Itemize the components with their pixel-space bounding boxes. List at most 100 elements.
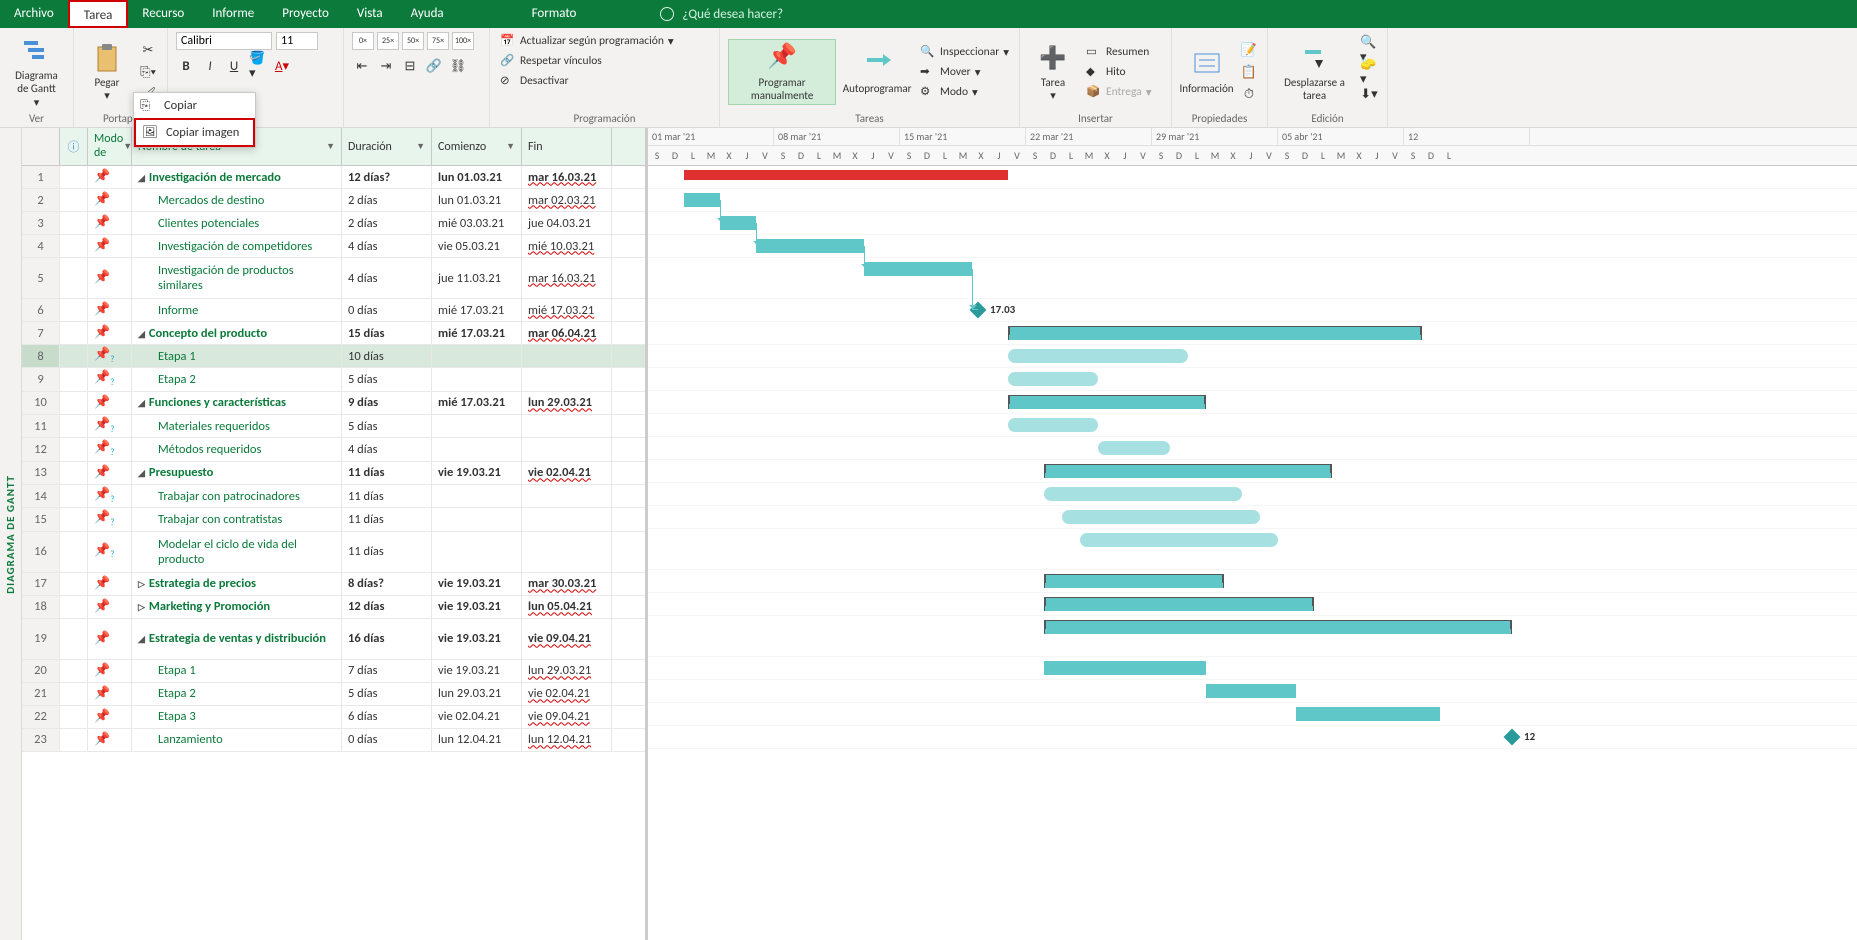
end-cell[interactable]: jue 04.03.21 — [522, 212, 612, 234]
duration-cell[interactable]: 2 días — [342, 189, 432, 211]
gantt-row[interactable] — [648, 437, 1857, 460]
start-cell[interactable]: vie 19.03.21 — [432, 660, 522, 682]
gantt-chart[interactable]: 01 mar '2108 mar '2115 mar '2122 mar '21… — [648, 128, 1857, 940]
task-name-cell[interactable]: ◢Investigación de mercado — [132, 166, 342, 188]
duration-cell[interactable]: 9 días — [342, 392, 432, 414]
table-row[interactable]: 22📌Etapa 36 díasvie 02.04.21vie 09.04.21 — [22, 706, 645, 729]
pct-25-button[interactable]: 25× — [377, 32, 399, 50]
start-cell[interactable] — [432, 485, 522, 507]
deliverable-button[interactable]: 📦Entrega ▾ — [1084, 83, 1153, 101]
row-number[interactable]: 19 — [22, 619, 60, 659]
mode-button[interactable]: ⚙Modo ▾ — [918, 83, 1011, 101]
row-number[interactable]: 22 — [22, 706, 60, 728]
gantt-row[interactable] — [648, 299, 1857, 322]
row-number[interactable]: 12 — [22, 438, 60, 460]
start-cell[interactable] — [432, 438, 522, 460]
duration-cell[interactable]: 11 días — [342, 508, 432, 530]
duration-cell[interactable]: 5 días — [342, 683, 432, 705]
gantt-bar[interactable] — [1044, 661, 1206, 675]
gantt-row[interactable] — [648, 391, 1857, 414]
inspect-button[interactable]: 🔍Inspeccionar ▾ — [918, 43, 1011, 61]
menu-resource[interactable]: Recurso — [128, 0, 198, 28]
row-number[interactable]: 11 — [22, 415, 60, 437]
row-number[interactable]: 21 — [22, 683, 60, 705]
tell-me-search[interactable]: ¿Qué desea hacer? — [660, 7, 783, 22]
gantt-bar[interactable] — [864, 262, 972, 276]
duration-cell[interactable]: 8 días? — [342, 573, 432, 595]
task-name-cell[interactable]: Etapa 2 — [132, 368, 342, 390]
gantt-row[interactable] — [648, 726, 1857, 749]
gantt-bar[interactable] — [1206, 684, 1296, 698]
gantt-bar[interactable] — [1044, 620, 1512, 634]
autoschedule-button[interactable]: Autoprogramar — [842, 46, 912, 97]
end-cell[interactable]: vie 02.04.21 — [522, 683, 612, 705]
respect-links-button[interactable]: 🔗Respetar vínculos — [498, 52, 604, 70]
end-cell[interactable] — [522, 508, 612, 530]
pct-50-button[interactable]: 50× — [402, 32, 424, 50]
details-button[interactable]: 📋 — [1239, 62, 1259, 82]
end-cell[interactable] — [522, 438, 612, 460]
start-cell[interactable]: lun 01.03.21 — [432, 166, 522, 188]
end-cell[interactable]: lun 29.03.21 — [522, 660, 612, 682]
row-number[interactable]: 6 — [22, 299, 60, 321]
start-cell[interactable]: lun 01.03.21 — [432, 189, 522, 211]
row-number[interactable]: 17 — [22, 573, 60, 595]
update-schedule-button[interactable]: 📅Actualizar según programación ▾ — [498, 32, 676, 50]
row-number[interactable]: 18 — [22, 596, 60, 618]
task-name-cell[interactable]: ◢Estrategia de ventas y distribución — [132, 619, 342, 659]
ctx-copy-image[interactable]: 🖼Copiar imagen — [134, 118, 255, 147]
duration-cell[interactable]: 11 días — [342, 485, 432, 507]
task-name-cell[interactable]: ◢Funciones y características — [132, 392, 342, 414]
gantt-row[interactable] — [648, 703, 1857, 726]
end-cell[interactable]: mar 30.03.21 — [522, 573, 612, 595]
cut-button[interactable]: ✂ — [138, 40, 158, 60]
menu-help[interactable]: Ayuda — [397, 0, 458, 28]
start-cell[interactable]: mié 03.03.21 — [432, 212, 522, 234]
task-name-cell[interactable]: Etapa 1 — [132, 660, 342, 682]
table-row[interactable]: 13📌◢Presupuesto11 díasvie 19.03.21vie 02… — [22, 462, 645, 485]
task-name-cell[interactable]: Trabajar con patrocinadores — [132, 485, 342, 507]
start-cell[interactable] — [432, 368, 522, 390]
end-cell[interactable]: mar 06.04.21 — [522, 322, 612, 344]
row-number[interactable]: 8 — [22, 345, 60, 367]
duration-cell[interactable]: 4 días — [342, 235, 432, 257]
menu-project[interactable]: Proyecto — [268, 0, 343, 28]
task-name-cell[interactable]: ▷Marketing y Promoción — [132, 596, 342, 618]
start-cell[interactable]: mié 17.03.21 — [432, 299, 522, 321]
end-cell[interactable]: vie 09.04.21 — [522, 706, 612, 728]
end-cell[interactable]: mar 16.03.21 — [522, 258, 612, 298]
menu-report[interactable]: Informe — [198, 0, 268, 28]
information-button[interactable]: Información — [1180, 46, 1233, 97]
pct-100-button[interactable]: 100× — [452, 32, 474, 50]
duration-cell[interactable]: 7 días — [342, 660, 432, 682]
duration-cell[interactable]: 11 días — [342, 532, 432, 572]
table-row[interactable]: 12📌Métodos requeridos4 días — [22, 438, 645, 461]
row-number[interactable]: 7 — [22, 322, 60, 344]
table-row[interactable]: 16📌Modelar el ciclo de vida del producto… — [22, 532, 645, 573]
gantt-bar[interactable] — [684, 193, 720, 207]
end-cell[interactable] — [522, 368, 612, 390]
end-cell[interactable] — [522, 345, 612, 367]
gantt-bar[interactable] — [1098, 441, 1170, 455]
gantt-bar[interactable] — [1044, 487, 1242, 501]
gantt-bar[interactable] — [1044, 597, 1314, 611]
timeline-button[interactable]: ⏱ — [1239, 84, 1259, 104]
notes-button[interactable]: 📝 — [1239, 40, 1259, 60]
menu-view[interactable]: Vista — [343, 0, 397, 28]
duration-cell[interactable]: 0 días — [342, 299, 432, 321]
start-cell[interactable]: lun 29.03.21 — [432, 683, 522, 705]
start-cell[interactable]: vie 19.03.21 — [432, 596, 522, 618]
col-end[interactable]: Fin — [522, 128, 612, 165]
gantt-row[interactable] — [648, 189, 1857, 212]
duration-cell[interactable]: 10 días — [342, 345, 432, 367]
ctx-copy[interactable]: ⎘Copiar — [134, 93, 255, 118]
gantt-row[interactable] — [648, 657, 1857, 680]
summary-button[interactable]: ▭Resumen — [1084, 43, 1153, 61]
task-name-cell[interactable]: ◢Presupuesto — [132, 462, 342, 484]
task-name-cell[interactable]: Métodos requeridos — [132, 438, 342, 460]
duration-cell[interactable]: 6 días — [342, 706, 432, 728]
end-cell[interactable]: lun 05.04.21 — [522, 596, 612, 618]
task-button[interactable]: ➕Tarea ▾ — [1028, 40, 1078, 104]
indent-button[interactable]: ⇥ — [376, 56, 396, 76]
start-cell[interactable]: vie 05.03.21 — [432, 235, 522, 257]
